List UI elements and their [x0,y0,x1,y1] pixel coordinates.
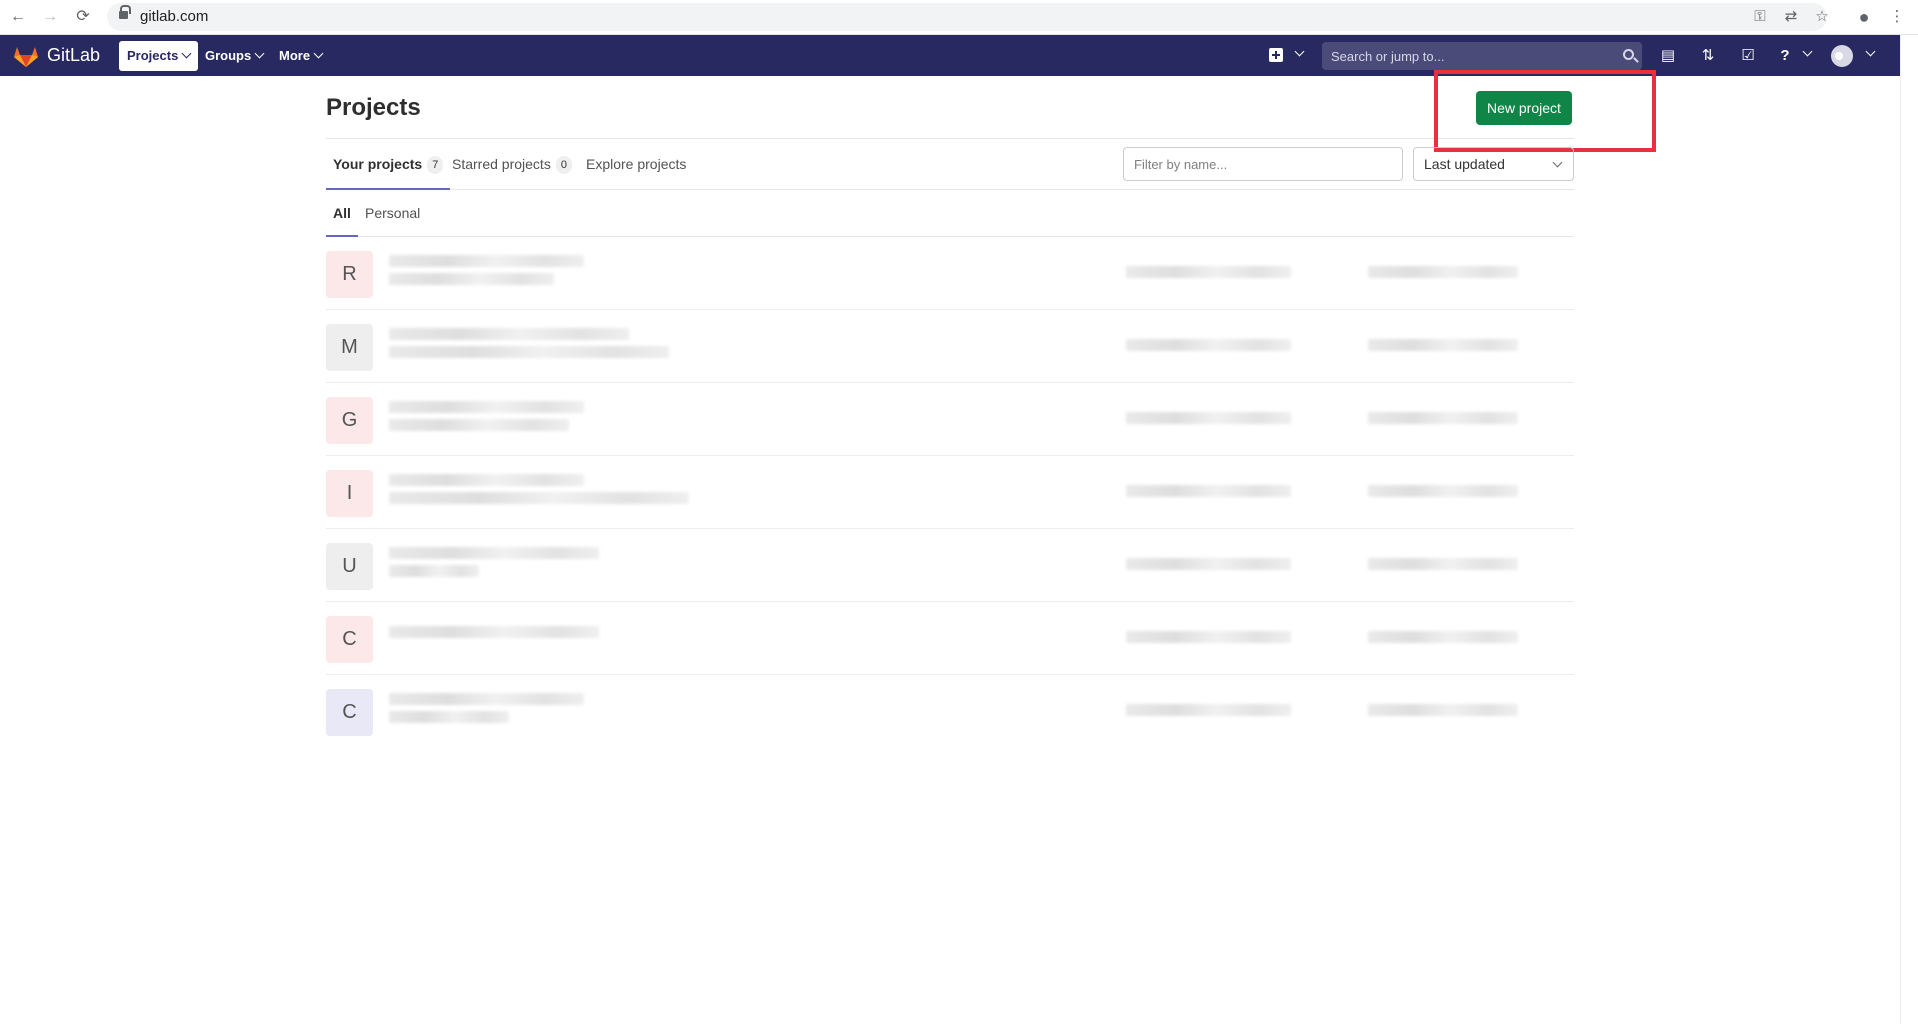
chevron-down-icon [313,48,324,59]
redacted-text [389,273,554,285]
profile-icon[interactable]: ● [1854,7,1874,27]
project-row[interactable]: R [326,237,1574,310]
subtab-personal[interactable]: Personal [358,190,427,237]
chevron-down-icon [254,48,265,59]
forward-icon[interactable]: → [40,7,60,27]
search-input[interactable] [1322,42,1642,70]
chevron-down-icon[interactable] [1802,46,1813,57]
translate-icon[interactable]: ⇄ [1781,7,1801,27]
tab-label: Starred projects [452,156,551,172]
nav-projects[interactable]: Projects [119,41,199,71]
redacted-text [1126,339,1291,351]
star-icon[interactable]: ☆ [1812,7,1832,27]
chevron-down-icon[interactable] [1865,46,1876,57]
redacted-text [389,626,599,638]
count-badge: 0 [555,156,572,174]
key-icon[interactable]: ⚿ [1750,7,1770,27]
browser-toolbar: ← → ⟳ gitlab.com ⚿ ⇄ ☆ ● ⋮ [0,0,1918,35]
redacted-text [1368,412,1518,424]
nav-groups-label: Groups [205,48,252,63]
sort-dropdown[interactable]: Last updated [1413,147,1574,181]
redacted-text [389,328,629,340]
back-icon[interactable]: ← [8,7,28,27]
merge-requests-icon[interactable]: ⇅ [1698,46,1718,66]
project-row[interactable]: M [326,310,1574,383]
project-row[interactable]: I [326,456,1574,529]
project-list: RMGIUCC [326,237,1574,748]
search-icon [1623,49,1634,60]
page-title: Projects [326,94,421,121]
project-row[interactable]: C [326,602,1574,675]
tab-label: Your projects [333,156,423,172]
filter-input[interactable] [1123,147,1403,181]
sort-value: Last updated [1424,156,1505,172]
redacted-text [1126,412,1291,424]
user-avatar[interactable] [1831,45,1853,67]
nav-more-label: More [279,48,311,63]
tab-label: Explore projects [586,156,687,172]
chevron-down-icon [181,48,192,59]
nav-more[interactable]: More [271,41,330,71]
lock-icon [119,5,131,20]
project-avatar[interactable]: G [326,397,373,444]
address-bar[interactable] [107,3,1827,31]
chevron-down-icon[interactable] [1294,46,1305,57]
tab-explore-projects[interactable]: Explore projects [579,139,693,190]
project-avatar[interactable]: M [326,324,373,371]
todo-icon[interactable]: ☑ [1738,46,1758,66]
redacted-text [1126,631,1291,643]
kebab-menu-icon[interactable]: ⋮ [1887,7,1907,27]
redacted-text [389,547,599,559]
project-avatar[interactable]: C [326,689,373,736]
project-row[interactable]: G [326,383,1574,456]
redacted-text [1368,631,1518,643]
redacted-text [389,693,584,705]
redacted-text [1368,704,1518,716]
redacted-text [1368,558,1518,570]
redacted-text [389,401,584,413]
global-search[interactable] [1322,42,1642,70]
url-text[interactable]: gitlab.com [140,8,208,25]
redacted-text [389,346,669,358]
project-row[interactable]: U [326,529,1574,602]
issues-icon[interactable]: ▤ [1658,46,1678,66]
reload-icon[interactable]: ⟳ [73,7,93,27]
nav-projects-label: Projects [127,48,179,63]
gitlab-brand[interactable]: GitLab [47,45,100,66]
redacted-text [1126,485,1291,497]
redacted-text [389,492,689,504]
scrollbar[interactable] [1900,35,1918,1024]
redacted-text [389,711,509,723]
tab-starred-projects[interactable]: Starred projects 0 [445,139,579,190]
project-filter-tabs: All Personal [326,190,1574,237]
nav-groups[interactable]: Groups [197,41,271,71]
chevron-down-icon [1552,157,1563,168]
tab-your-projects[interactable]: Your projects 7 [326,139,451,190]
redacted-text [1126,266,1291,278]
redacted-text [1126,558,1291,570]
redacted-text [1368,485,1518,497]
project-avatar[interactable]: I [326,470,373,517]
redacted-text [389,255,584,267]
gitlab-logo-icon[interactable] [13,44,39,68]
project-avatar[interactable]: C [326,616,373,663]
count-badge: 7 [427,156,444,174]
project-avatar[interactable]: U [326,543,373,590]
redacted-text [1368,266,1518,278]
project-row[interactable]: C [326,675,1574,748]
redacted-text [1368,339,1518,351]
help-icon[interactable]: ? [1775,46,1795,66]
redacted-text [389,565,479,577]
redacted-text [1126,704,1291,716]
redacted-text [389,419,569,431]
redacted-text [389,474,584,486]
subtab-all[interactable]: All [326,190,358,237]
project-avatar[interactable]: R [326,251,373,298]
new-item-icon[interactable] [1269,48,1283,62]
